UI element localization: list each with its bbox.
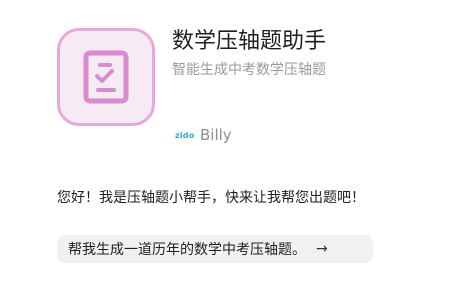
- checklist-document-icon: [83, 50, 129, 104]
- suggestion-text: 帮我生成一道历年的数学中考压轴题。: [68, 242, 306, 258]
- greeting-message: 您好！我是压轴题小帮手，快来让我帮您出题吧！: [57, 190, 365, 206]
- app-subtitle: 智能生成中考数学压轴题: [172, 62, 326, 78]
- arrow-right-icon: →: [316, 241, 328, 257]
- app-avatar: [57, 28, 155, 126]
- app-title: 数学压轴题助手: [172, 29, 327, 54]
- author-info[interactable]: zido Billy: [175, 124, 232, 146]
- bot-intro-page: 数学压轴题助手 智能生成中考数学压轴题 zido Billy 您好！我是压轴题小…: [0, 0, 472, 294]
- author-name[interactable]: Billy: [200, 126, 232, 144]
- suggestion-chip[interactable]: 帮我生成一道历年的数学中考压轴题。 →: [57, 235, 373, 263]
- author-logo: zido: [175, 130, 195, 140]
